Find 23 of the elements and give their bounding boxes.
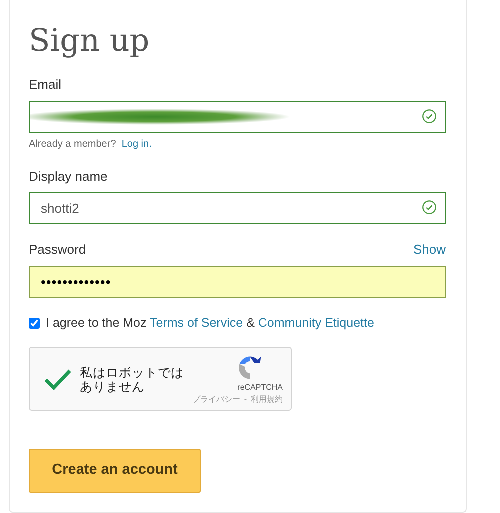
- input-field[interactable]: •••••••••••••: [29, 266, 446, 298]
- field-label: Email: [29, 77, 62, 93]
- captcha-label: 私はロボットではありません: [80, 366, 185, 396]
- terms-link[interactable]: 利用規約: [251, 394, 283, 404]
- create-account-button[interactable]: Create an account: [29, 448, 201, 493]
- input-field[interactable]: shotti2: [29, 192, 446, 224]
- privacy-link[interactable]: プライバシー: [192, 394, 240, 404]
- etiquette-link[interactable]: Community Etiquette: [258, 316, 374, 330]
- field-label: Password: [29, 242, 86, 258]
- separator-text: -: [244, 394, 247, 404]
- valid-check-icon: [422, 200, 437, 216]
- agree-checkbox[interactable]: [29, 318, 40, 329]
- valid-check-icon: [422, 108, 437, 124]
- recaptcha-brand: reCAPTCHA: [238, 382, 283, 394]
- terms-link[interactable]: Terms of Service: [150, 316, 244, 330]
- agreement-text: I agree to the Moz Terms of Service & Community Etiquette: [46, 316, 374, 331]
- field-label: Display name: [29, 168, 108, 184]
- input-field[interactable]: [29, 100, 446, 133]
- hint-text: Already a member?: [29, 138, 116, 150]
- page-title: Sign up: [29, 26, 151, 57]
- show-password-link[interactable]: Show: [413, 242, 446, 258]
- login-link[interactable]: Log in.: [122, 138, 152, 150]
- captcha-check-icon[interactable]: [44, 368, 72, 391]
